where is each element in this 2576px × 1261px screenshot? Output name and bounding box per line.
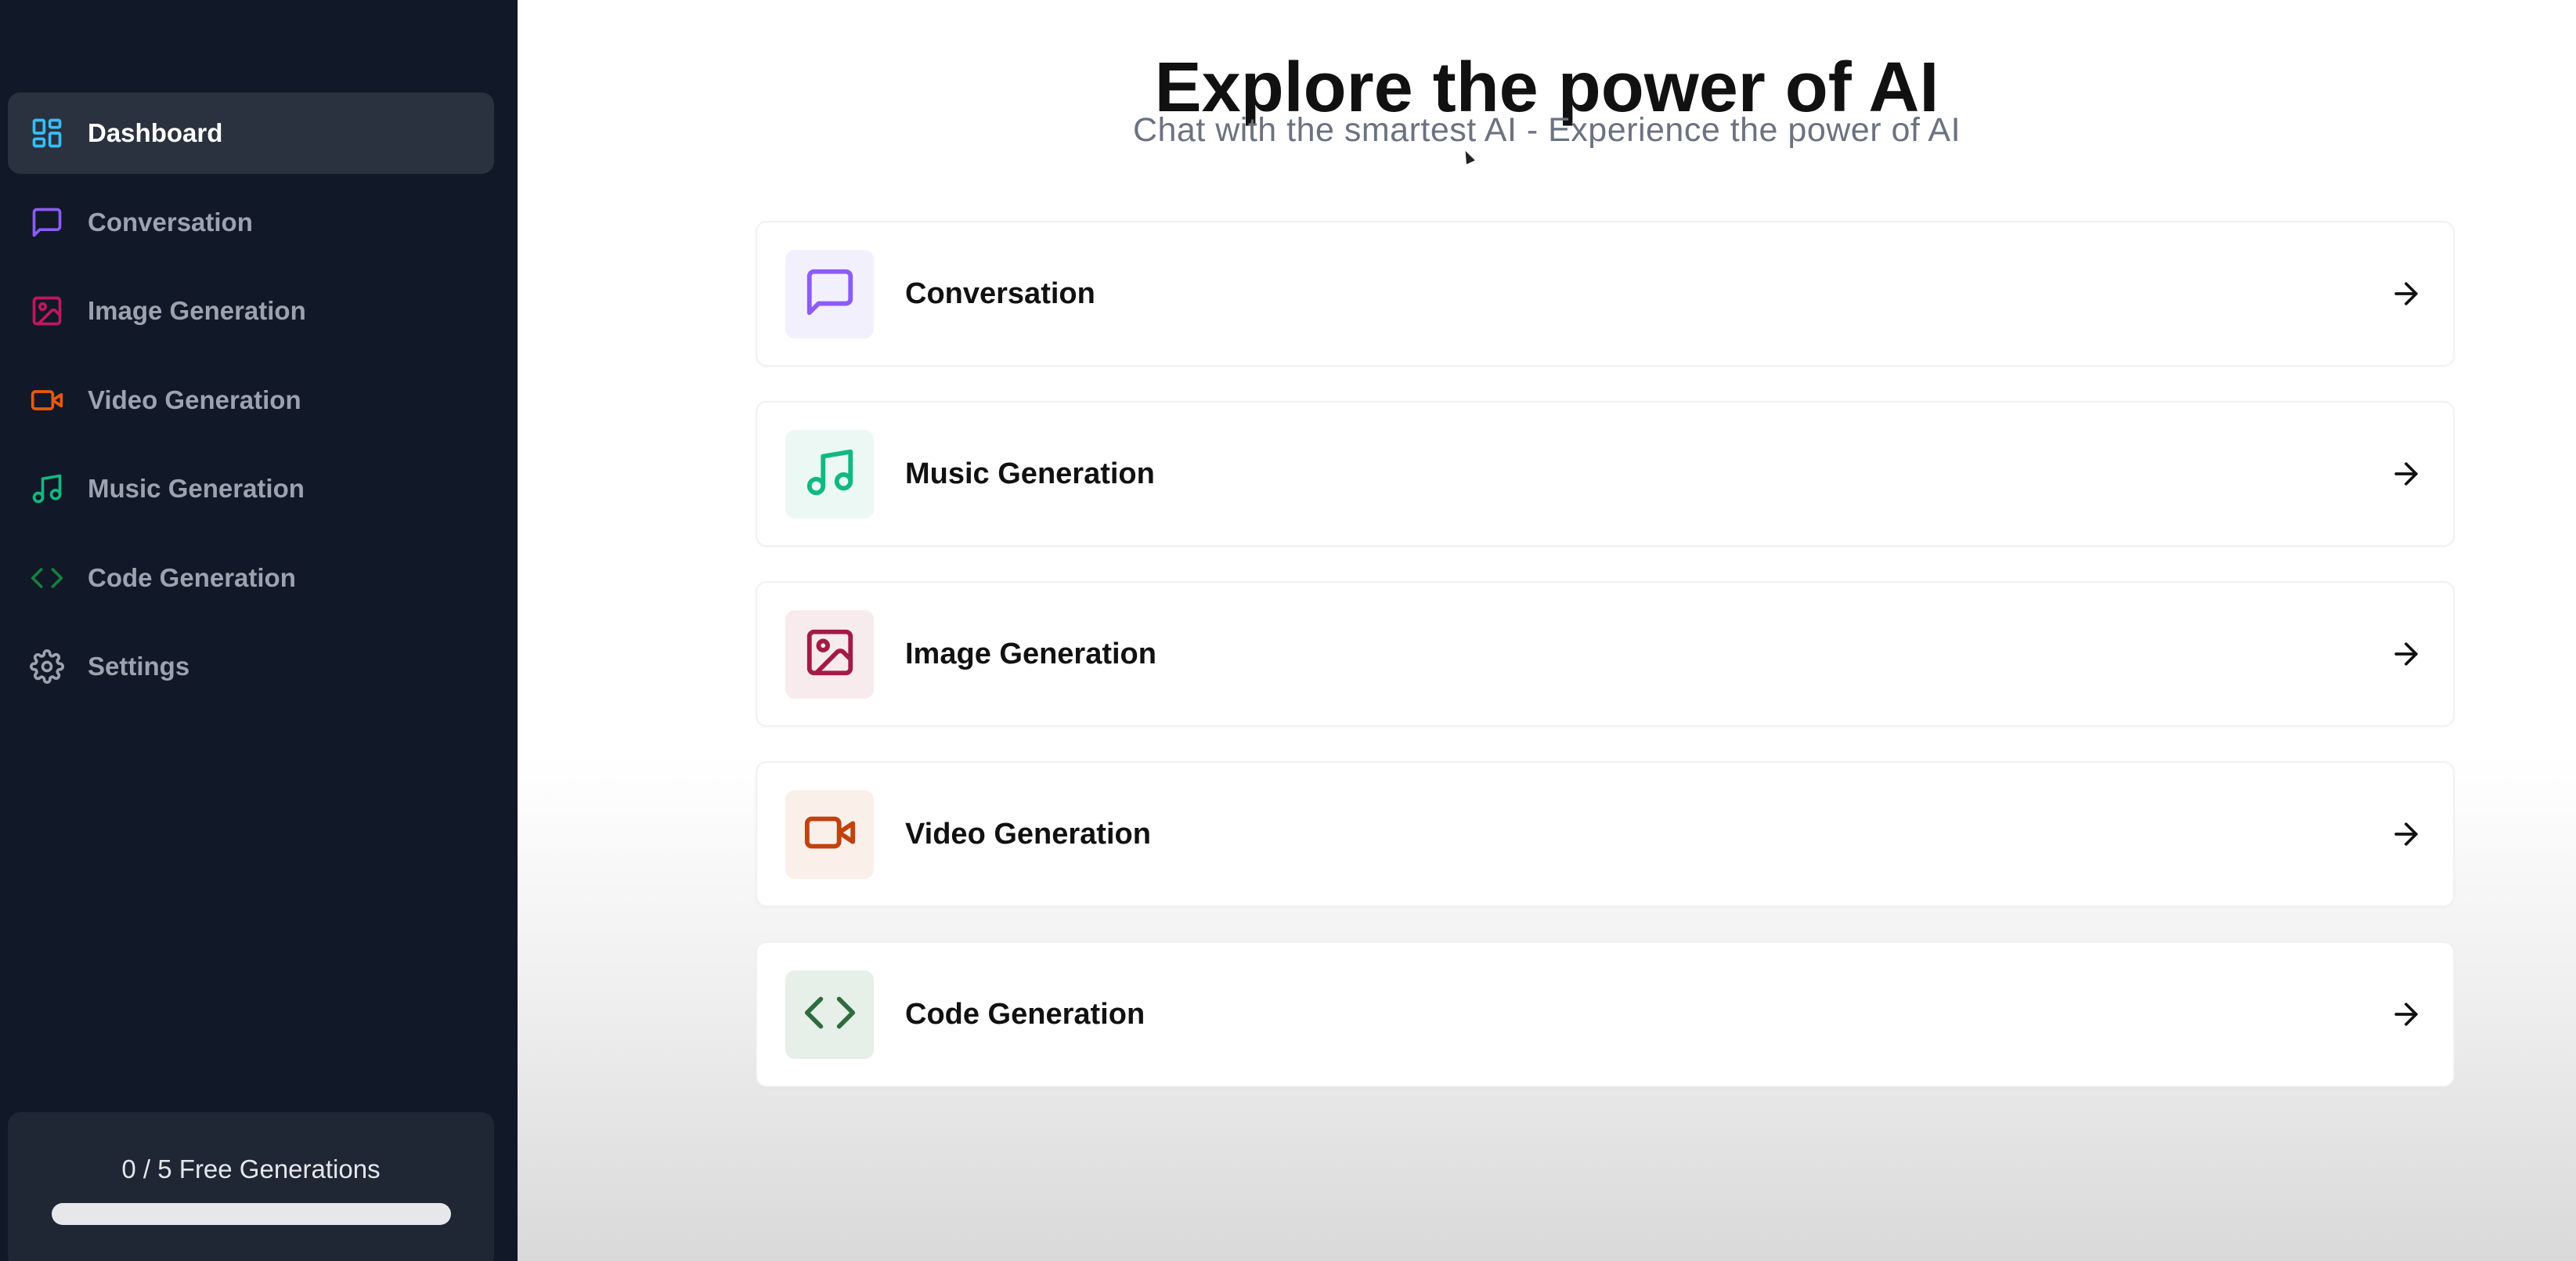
sidebar-item-label: Video Generation: [88, 385, 301, 414]
image-icon: [803, 625, 857, 684]
sidebar-item-label: Music Generation: [88, 474, 305, 503]
sidebar-item-settings[interactable]: Settings: [8, 626, 494, 707]
sidebar-item-label: Settings: [88, 652, 190, 681]
code-icon: [803, 985, 857, 1044]
tool-label: Video Generation: [905, 817, 1151, 851]
arrow-right-icon: [2389, 997, 2423, 1032]
arrow-right-icon: [2389, 457, 2423, 491]
page-subtitle: Chat with the smartest AI - Experience t…: [1132, 111, 1961, 149]
tool-icon-box: [785, 249, 874, 338]
sidebar-item-music-generation[interactable]: Music Generation: [8, 448, 494, 529]
sidebar-item-label: Conversation: [88, 207, 253, 237]
free-generations-counter: 0 / 5 Free Generations: [8, 1112, 494, 1261]
sidebar-item-label: Code Generation: [88, 562, 296, 592]
sidebar-nav: Dashboard Conversation Image Generation …: [8, 92, 494, 715]
dashboard-icon: [30, 116, 64, 150]
tool-icon-box: [785, 609, 874, 699]
main-content: Explore the power of AI Chat with the sm…: [518, 0, 2576, 1261]
free-generations-progress: [51, 1203, 451, 1225]
tool-label: Music Generation: [905, 457, 1155, 490]
tool-card-conversation[interactable]: Conversation: [756, 221, 2455, 367]
tool-label: Conversation: [905, 276, 1095, 310]
tool-label: Code Generation: [905, 997, 1145, 1031]
sidebar-item-conversation[interactable]: Conversation: [8, 182, 494, 263]
tool-card-code-generation[interactable]: Code Generation: [756, 941, 2455, 1087]
settings-icon: [30, 649, 64, 684]
tool-card-image-generation[interactable]: Image Generation: [756, 581, 2455, 727]
sidebar-item-label: Image Generation: [88, 296, 306, 325]
arrow-right-icon: [2389, 276, 2423, 311]
arrow-right-icon: [2389, 637, 2423, 671]
video-icon: [30, 383, 64, 417]
free-generations-text: 0 / 5 Free Generations: [121, 1154, 381, 1183]
sidebar-item-label: Dashboard: [88, 118, 223, 147]
image-icon: [30, 294, 64, 328]
tool-card-music-generation[interactable]: Music Generation: [756, 401, 2455, 547]
video-icon: [803, 805, 857, 864]
music-icon: [803, 445, 857, 504]
tool-icon-box: [785, 970, 874, 1059]
message-square-icon: [30, 205, 64, 240]
message-square-icon: [803, 265, 857, 323]
code-icon: [30, 561, 64, 595]
tool-icon-box: [785, 429, 874, 518]
music-icon: [30, 472, 64, 506]
sidebar-item-code-generation[interactable]: Code Generation: [8, 537, 494, 619]
tool-icon-box: [785, 789, 874, 879]
tools-list: Conversation Music Generation Image Gene…: [756, 221, 2455, 1122]
tool-card-video-generation[interactable]: Video Generation: [756, 761, 2455, 907]
mouse-cursor-icon: [1461, 149, 1475, 164]
sidebar-item-dashboard[interactable]: Dashboard: [8, 92, 494, 174]
app-root: Dashboard Conversation Image Generation …: [0, 0, 2576, 1261]
sidebar: Dashboard Conversation Image Generation …: [0, 0, 518, 1261]
arrow-right-icon: [2389, 817, 2423, 851]
sidebar-item-video-generation[interactable]: Video Generation: [8, 360, 494, 441]
sidebar-item-image-generation[interactable]: Image Generation: [8, 270, 494, 352]
tool-label: Image Generation: [905, 637, 1156, 670]
